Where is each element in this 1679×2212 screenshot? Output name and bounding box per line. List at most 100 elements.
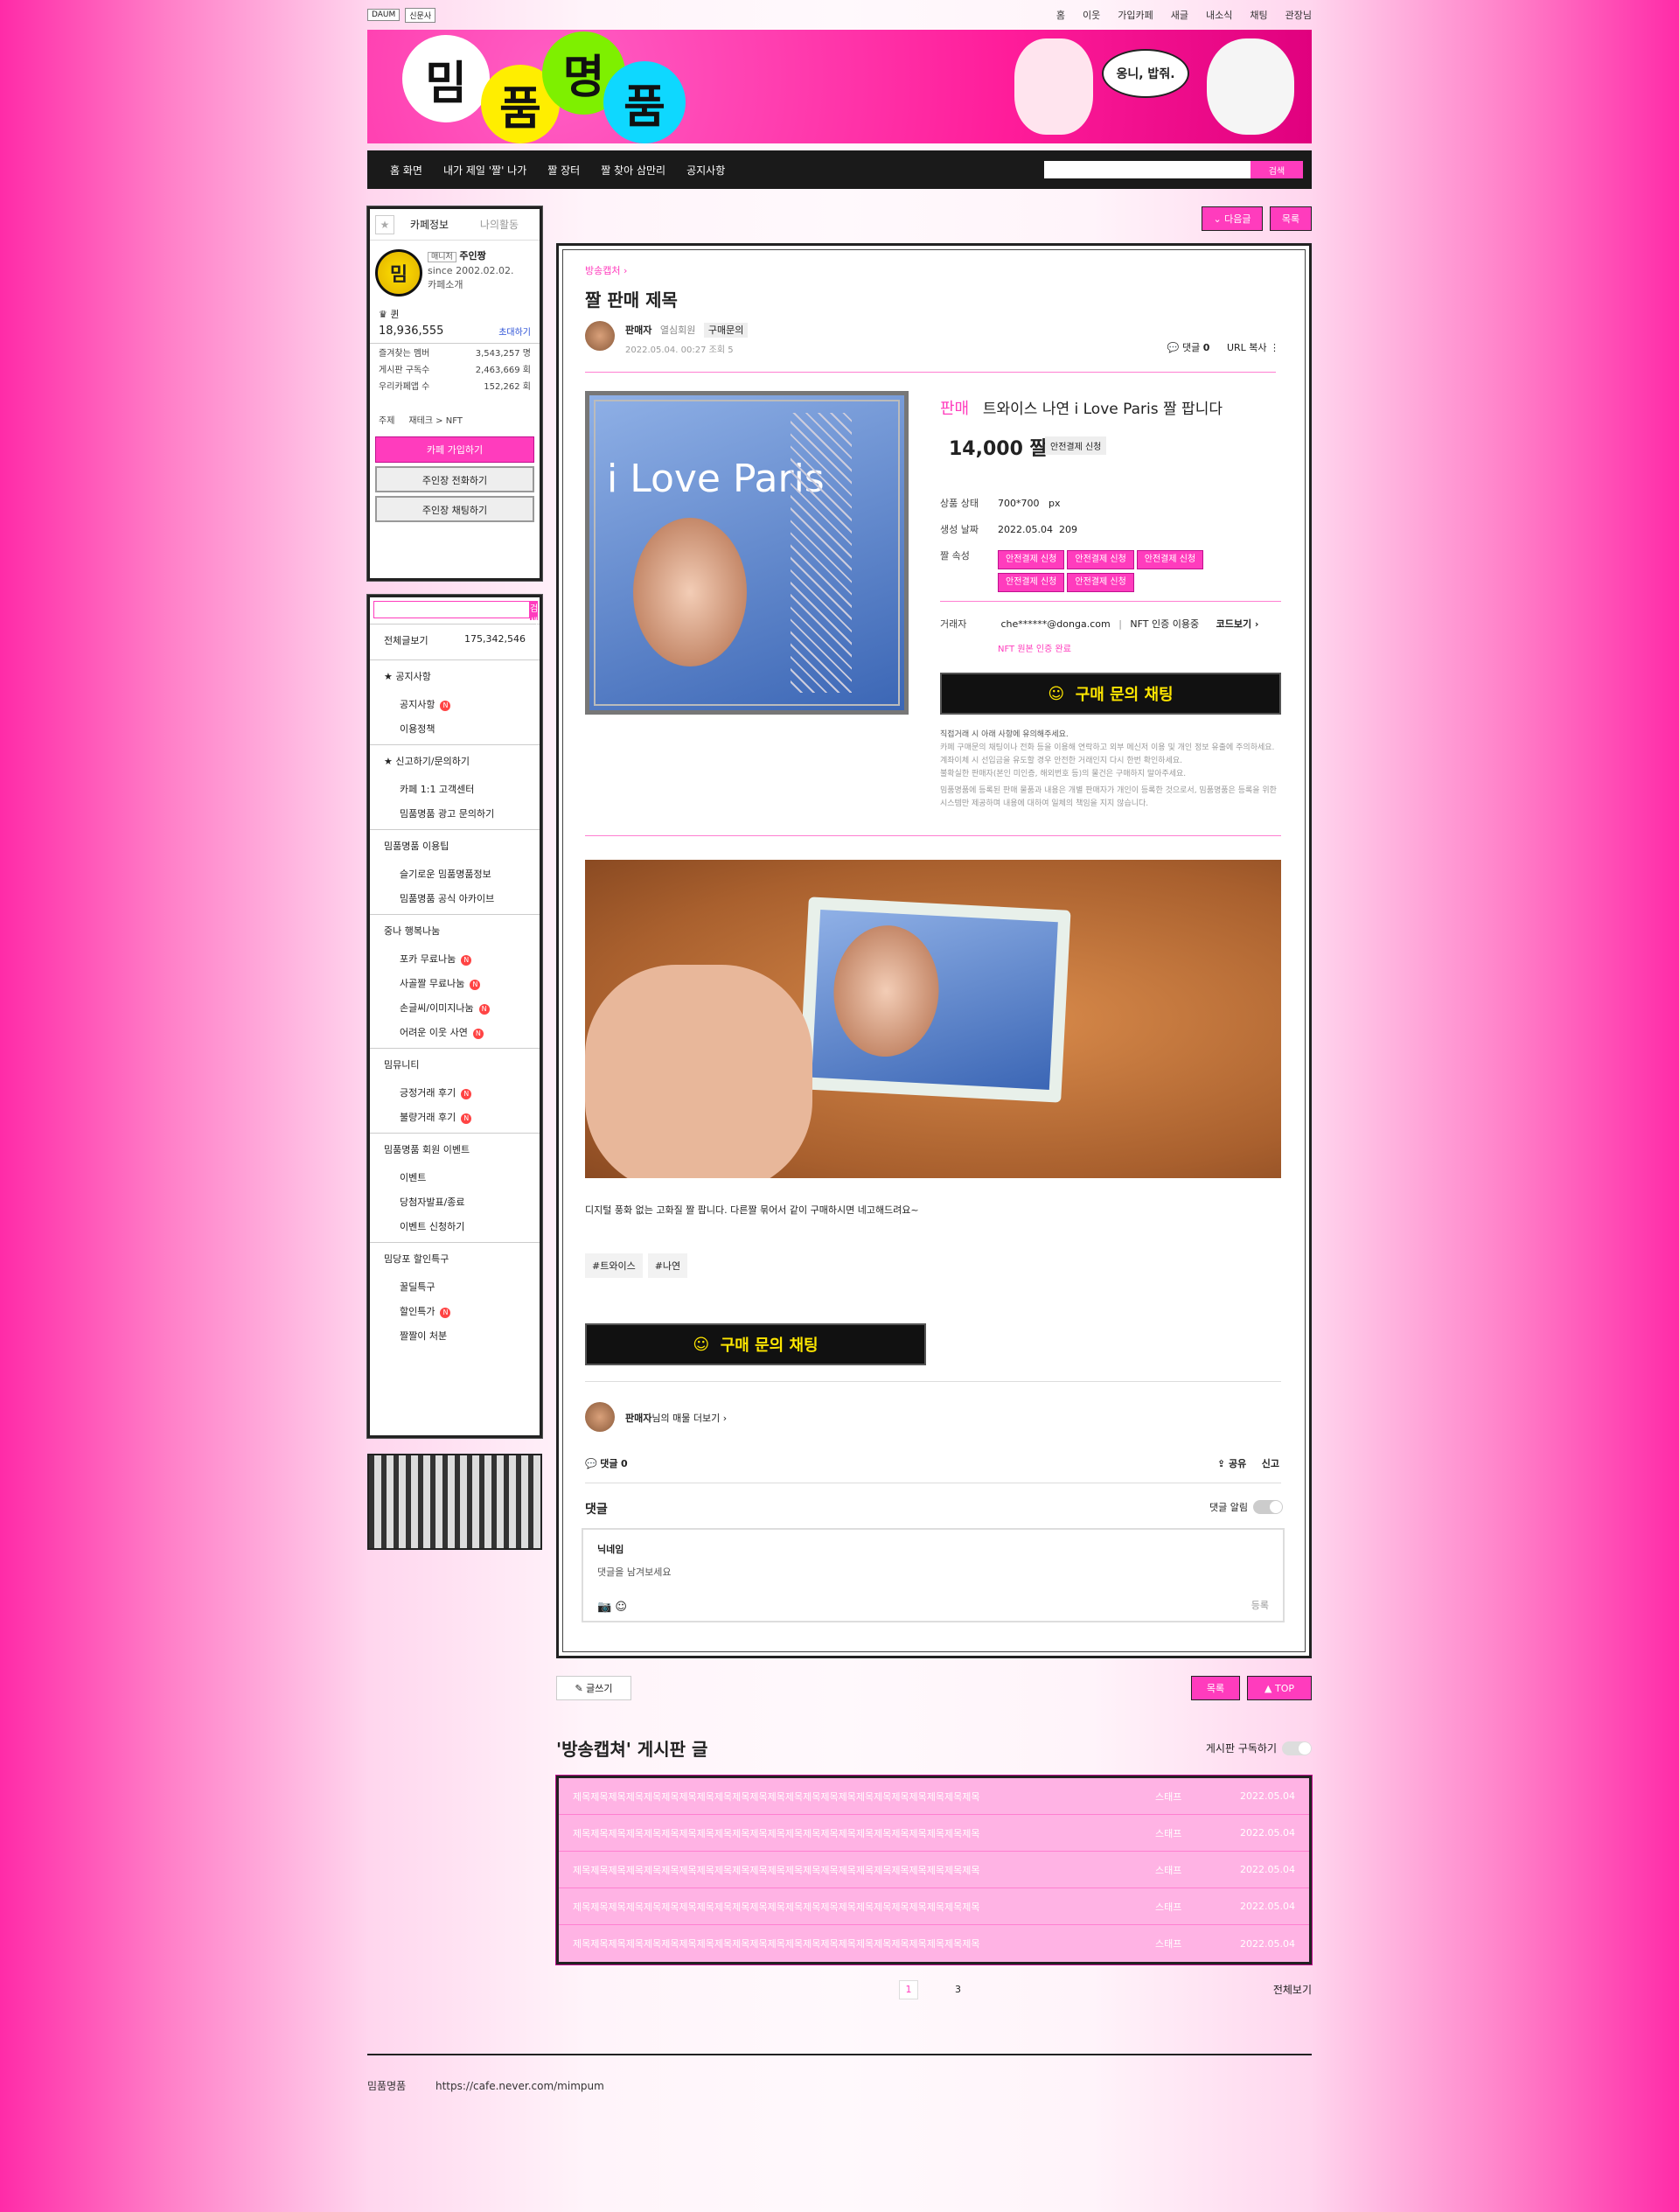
- list-item[interactable]: 제목제목제목제목제목제목제목제목제목제목제목제목제목제목제목제목제목제목제목제목…: [559, 1888, 1309, 1925]
- alarm-toggle[interactable]: [1253, 1500, 1283, 1514]
- menu-item[interactable]: 밈품명품 공식 아카이브: [370, 886, 540, 911]
- side-ad-image[interactable]: [367, 1454, 542, 1550]
- menu-item[interactable]: 사골짤 무료나눔 N: [370, 971, 540, 995]
- top-search-input[interactable]: [1044, 161, 1251, 178]
- report-button[interactable]: 신고: [1262, 1458, 1279, 1469]
- list-button-bottom[interactable]: 목록: [1191, 1676, 1240, 1700]
- post-meta: 2022.05.04. 00:27 조회 5: [625, 345, 734, 355]
- banner-char-1: 밈: [402, 35, 490, 122]
- comment-submit-button[interactable]: 등록: [1251, 1598, 1269, 1612]
- seller-more-link[interactable]: 판매자님의 매물 더보기 ›: [625, 1411, 727, 1425]
- page-3[interactable]: 3: [955, 1984, 961, 1995]
- tab-cafe-info[interactable]: 카페정보: [394, 217, 464, 232]
- cafe-info-box: ★ 카페정보 나의활동 밈 매니저 주인짱 since 2002.02.02. …: [366, 206, 543, 582]
- gnb-new[interactable]: 새글: [1171, 8, 1188, 22]
- gnb-neighbor[interactable]: 이웃: [1083, 8, 1100, 22]
- nav-best[interactable]: 내가 제일 '짤' 나가: [443, 163, 526, 178]
- gnb-chat[interactable]: 채팅: [1250, 8, 1267, 22]
- code-view-link[interactable]: 코드보기 ›: [1216, 618, 1259, 630]
- list-item[interactable]: 제목제목제목제목제목제목제목제목제목제목제목제목제목제목제목제목제목제목제목제목…: [559, 1815, 1309, 1852]
- product-image[interactable]: i Love Paris: [585, 391, 909, 715]
- gnb-user[interactable]: 관장님: [1285, 8, 1312, 22]
- share-button[interactable]: ⇪ 공유: [1217, 1458, 1246, 1469]
- menu-item[interactable]: 불량거래 후기 N: [370, 1105, 540, 1129]
- view-all-link[interactable]: 전체보기: [1273, 1982, 1312, 1997]
- side-search-input[interactable]: [373, 601, 530, 618]
- call-owner-button[interactable]: 주인장 전화하기: [375, 466, 534, 492]
- gnb-home[interactable]: 홈: [1056, 8, 1065, 22]
- nav-find[interactable]: 짤 찾아 삼만리: [601, 163, 665, 178]
- manager-name[interactable]: 주인짱: [459, 250, 485, 262]
- invite-link[interactable]: 초대하기: [498, 324, 531, 338]
- star-icon[interactable]: ★: [375, 214, 394, 234]
- menu-item[interactable]: 카페 1:1 고객센터: [370, 777, 540, 801]
- menu-item[interactable]: 포카 무료나눔 N: [370, 946, 540, 971]
- menu-item[interactable]: 손글씨/이미지나눔 N: [370, 995, 540, 1020]
- menu-item[interactable]: 긍정거래 후기 N: [370, 1080, 540, 1105]
- all-posts-row[interactable]: 전체글보기 175,342,546: [370, 624, 540, 656]
- nav-market[interactable]: 짤 장터: [547, 163, 580, 178]
- author-name[interactable]: 판매자: [625, 324, 651, 336]
- emoji-icon[interactable]: ☺: [615, 1601, 627, 1614]
- list-item[interactable]: 제목제목제목제목제목제목제목제목제목제목제목제목제목제목제목제목제목제목제목제목…: [559, 1778, 1309, 1815]
- url-copy-button[interactable]: URL 복사 ⋮: [1227, 342, 1279, 353]
- menu-item[interactable]: 이벤트 신청하기: [370, 1214, 540, 1239]
- page-1[interactable]: 1: [899, 1980, 918, 1999]
- menu-item[interactable]: 어려운 이웃 사연 N: [370, 1020, 540, 1044]
- camera-icon[interactable]: 📷: [597, 1601, 611, 1614]
- purchase-chat-button-bottom[interactable]: ☺ 구매 문의 채팅: [585, 1323, 926, 1365]
- footer-url[interactable]: https://cafe.never.com/mimpum: [435, 2080, 604, 2092]
- attr-tag[interactable]: 안전결제 신청: [998, 550, 1065, 569]
- list-item[interactable]: 제목제목제목제목제목제목제목제목제목제목제목제목제목제목제목제목제목제목제목제목…: [559, 1852, 1309, 1888]
- gnb-joined-cafe[interactable]: 가입카페: [1118, 8, 1153, 22]
- top-button[interactable]: ▲ TOP: [1247, 1676, 1312, 1700]
- purchase-inquiry-tag[interactable]: 구매문의: [703, 323, 749, 338]
- attr-tag[interactable]: 안전결제 신청: [1067, 550, 1134, 569]
- list-item-author: 스태프: [1155, 1790, 1182, 1803]
- comment-count-link[interactable]: 💬 댓글 0: [1167, 342, 1210, 353]
- safe-payment-tag[interactable]: 안전결제 신청: [1045, 436, 1107, 455]
- comment-editor[interactable]: 닉네임 댓글을 남겨보세요 📷 ☺ 등록: [582, 1528, 1285, 1622]
- side-search-button[interactable]: 검색: [530, 601, 539, 627]
- board-link[interactable]: 방송캡처 ›: [585, 263, 627, 277]
- purchase-chat-button[interactable]: ☺ 구매 문의 채팅: [940, 673, 1281, 715]
- attr-tag[interactable]: 안전결제 신청: [998, 573, 1065, 592]
- trader-email: che******@donga.com: [1000, 618, 1111, 630]
- subscribe-toggle[interactable]: [1282, 1741, 1312, 1755]
- comment-count[interactable]: 💬 댓글 0: [585, 1456, 628, 1470]
- product-header: 판매 트와이스 나연 i Love Paris 짤 팝니다: [940, 396, 1223, 419]
- topic-row: 주제 재테크 > NFT: [370, 411, 540, 428]
- cafe-intro-link[interactable]: 카페소개: [428, 279, 463, 290]
- author-avatar[interactable]: [585, 321, 615, 351]
- menu-item[interactable]: 공지사항 N: [370, 692, 540, 716]
- hashtag[interactable]: #나연: [647, 1253, 688, 1278]
- nav-notice[interactable]: 공지사항: [686, 163, 725, 178]
- top-search-button[interactable]: 검색: [1251, 161, 1303, 178]
- join-cafe-button[interactable]: 카페 가입하기: [375, 436, 534, 463]
- menu-item[interactable]: 꿀딜특구: [370, 1274, 540, 1299]
- write-button[interactable]: ✎ 글쓰기: [556, 1676, 631, 1700]
- menu-item[interactable]: 이벤트: [370, 1165, 540, 1190]
- menu-item[interactable]: 할인특가 N: [370, 1299, 540, 1323]
- menu-item[interactable]: 짤짤이 처분: [370, 1323, 540, 1348]
- cafe-banner[interactable]: 밈 품 명 품 옹니, 밥줘.: [367, 30, 1312, 143]
- menu-item[interactable]: 슬기로운 밈품명품정보: [370, 862, 540, 886]
- menu-item[interactable]: 당첨자발표/종료: [370, 1190, 540, 1214]
- menu-item[interactable]: 밈품명품 광고 문의하기: [370, 801, 540, 826]
- tab-my-activity[interactable]: 나의활동: [464, 217, 534, 232]
- hashtag[interactable]: #트와이스: [585, 1253, 643, 1278]
- attr-tag[interactable]: 안전결제 신청: [1136, 550, 1204, 569]
- chat-owner-button[interactable]: 주인장 채팅하기: [375, 496, 534, 522]
- gnb-news[interactable]: 내소식: [1206, 8, 1232, 22]
- content-image[interactable]: [585, 860, 1281, 1178]
- next-post-button[interactable]: ⌄ 다음글: [1202, 206, 1263, 231]
- attr-tag[interactable]: 안전결제 신청: [1067, 573, 1134, 592]
- comment-input[interactable]: 댓글을 남겨보세요: [583, 1556, 1283, 1587]
- daum-logo[interactable]: DAUM: [367, 9, 401, 21]
- nav-home[interactable]: 홈 화면: [390, 163, 422, 178]
- news-logo[interactable]: 신문사: [405, 7, 436, 23]
- list-item[interactable]: 제목제목제목제목제목제목제목제목제목제목제목제목제목제목제목제목제목제목제목제목…: [559, 1925, 1309, 1962]
- menu-item[interactable]: 이용정책: [370, 716, 540, 741]
- list-button[interactable]: 목록: [1270, 206, 1312, 231]
- seller-avatar[interactable]: [585, 1402, 615, 1432]
